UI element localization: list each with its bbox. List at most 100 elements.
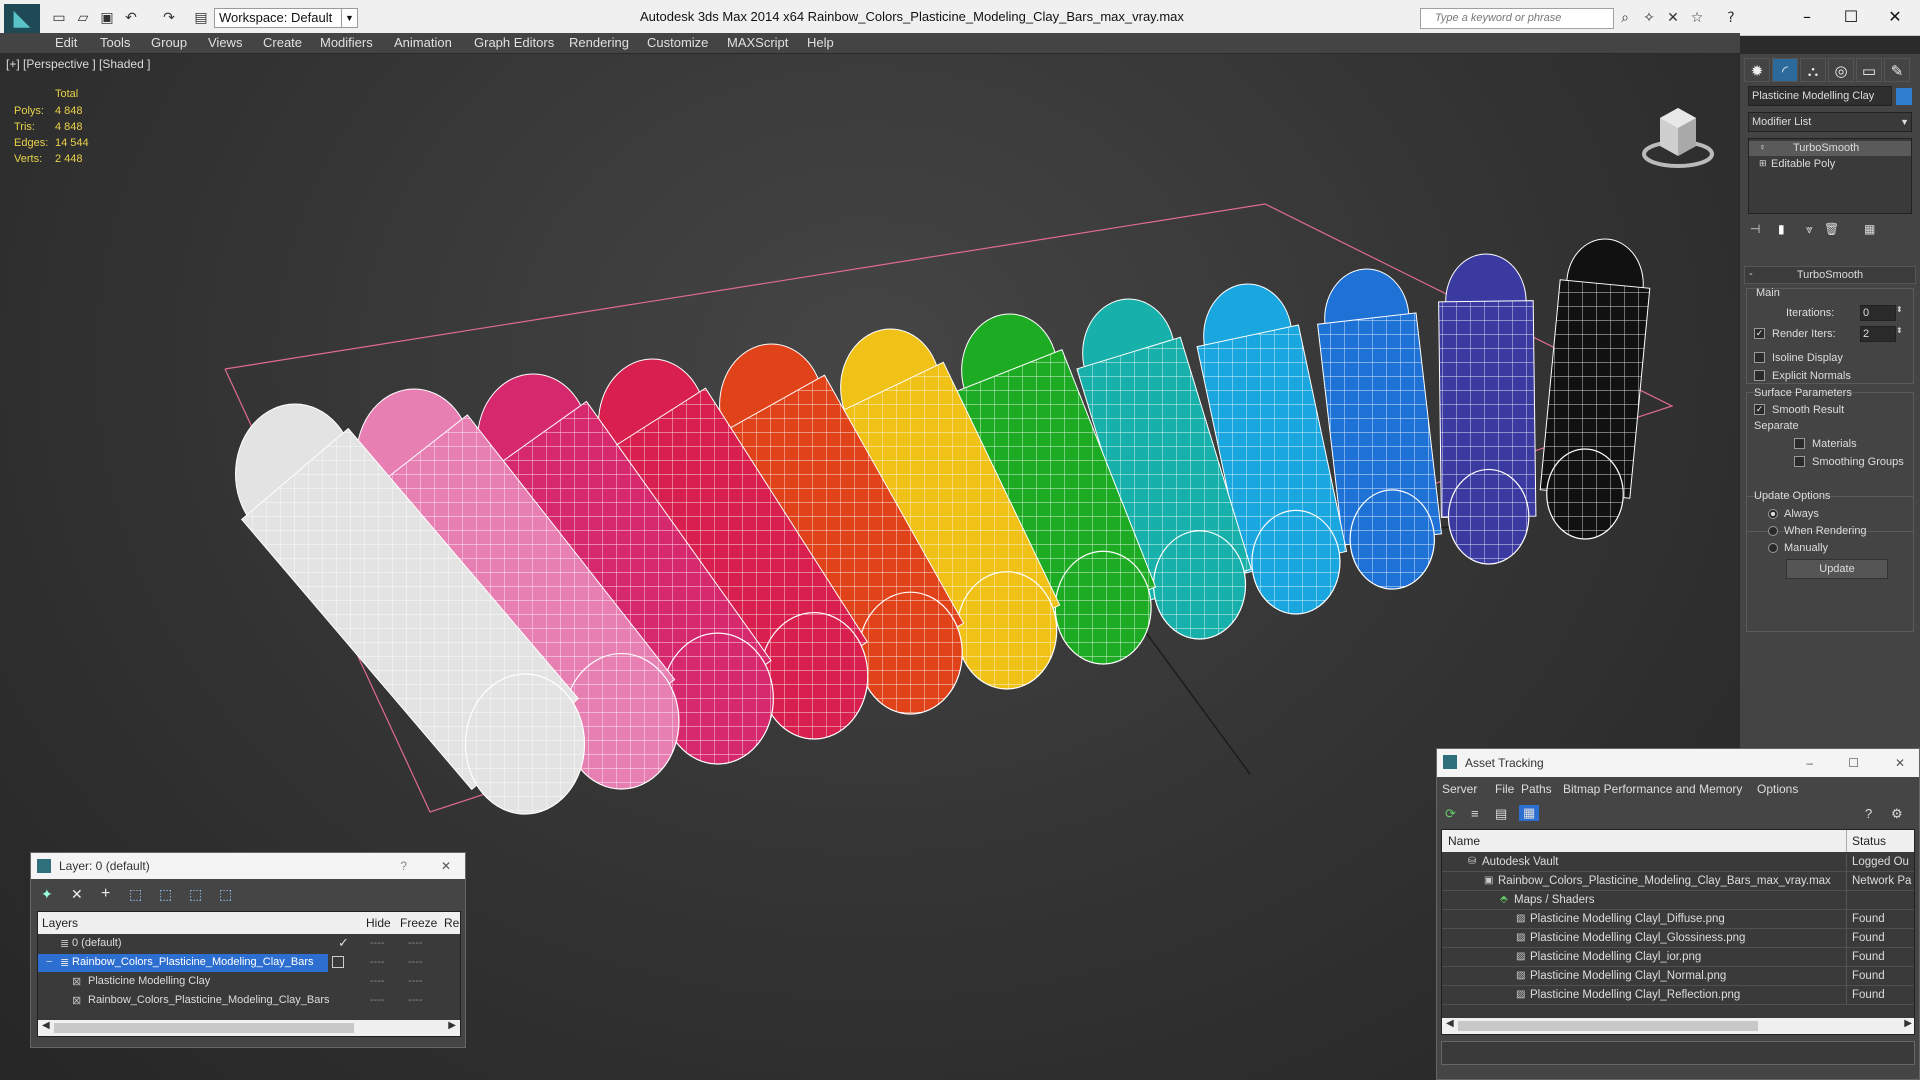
menu-file[interactable]: File (1495, 782, 1514, 796)
menu-create[interactable]: Create (263, 35, 302, 50)
help-icon[interactable]: ? (1722, 10, 1740, 28)
clay-bar[interactable] (1539, 238, 1651, 540)
hierarchy-tab-icon[interactable]: ⛬ (1800, 58, 1826, 82)
minimize-icon[interactable]: – (1806, 749, 1813, 777)
menu-maxscript[interactable]: MAXScript (727, 35, 788, 50)
maximize-icon[interactable]: ☐ (1848, 749, 1859, 777)
search-input[interactable]: Type a keyword or phrase (1420, 8, 1614, 29)
modify-tab-icon[interactable]: ◜ (1772, 58, 1798, 82)
pin-stack-icon[interactable]: ⊣ (1750, 222, 1770, 238)
expand-plus-icon[interactable]: ⊞ (1759, 158, 1767, 169)
scroll-right-icon[interactable]: ▶ (448, 1020, 456, 1031)
materials-checkbox[interactable] (1794, 438, 1805, 449)
select-objects-icon[interactable]: ⬚ (129, 886, 142, 903)
utilities-tab-icon[interactable]: ✎ (1884, 58, 1910, 82)
app-logo-icon[interactable]: ◣ (4, 4, 40, 34)
menu-customize[interactable]: Customize (647, 35, 708, 50)
hide-toggle[interactable]: ---- (370, 937, 385, 949)
freeze-toggle[interactable]: ---- (408, 975, 423, 987)
freeze-toggle[interactable]: ---- (408, 994, 423, 1006)
scroll-thumb[interactable] (1458, 1021, 1758, 1031)
table-row[interactable]: ≣ 0 (default) ✓ ---- ---- (38, 935, 460, 953)
favorites-star-icon[interactable]: ☆ (1688, 10, 1706, 28)
add-to-layer-icon[interactable]: + (101, 885, 110, 903)
close-icon[interactable]: ✕ (1895, 749, 1905, 777)
object-color-swatch[interactable] (1896, 88, 1912, 105)
project-folder-icon[interactable]: ▤ (192, 9, 210, 27)
update-button[interactable]: Update (1786, 559, 1888, 579)
menu-edit[interactable]: Edit (55, 35, 77, 50)
table-row[interactable]: ▨ Plasticine Modelling Clayl_Normal.png Fo… (1442, 967, 1914, 986)
freeze-toggle[interactable]: ---- (408, 937, 423, 949)
close-icon[interactable]: ✕ (441, 853, 451, 879)
remove-modifier-icon[interactable]: 🗑 (1824, 222, 1844, 238)
close-button[interactable]: ✕ (1880, 4, 1910, 30)
table-row[interactable]: ▨ Plasticine Modelling Clayl_ior.png Found (1442, 948, 1914, 967)
menu-tools[interactable]: Tools (100, 35, 130, 50)
scroll-left-icon[interactable]: ◀ (1446, 1018, 1454, 1029)
highlight-selected-icon[interactable]: ⬚ (159, 886, 172, 903)
menu-rendering[interactable]: Rendering (569, 35, 629, 50)
configure-sets-icon[interactable]: ▦ (1864, 222, 1884, 238)
menu-modifiers[interactable]: Modifiers (320, 35, 373, 50)
tree-view-icon[interactable]: ▤ (1495, 806, 1507, 822)
asset-tracking-window[interactable]: Asset Tracking – ☐ ✕ Server File Paths B… (1436, 748, 1920, 1080)
layer-manager-window[interactable]: Layer: 0 (default) ? ✕ ✦ ✕ + ⬚ ⬚ ⬚ ⬚ Lay… (30, 852, 466, 1048)
new-layer-icon[interactable]: ✦ (41, 886, 53, 903)
column-divider[interactable] (1846, 830, 1847, 852)
freeze-toggle[interactable]: ---- (408, 956, 423, 968)
redo-icon[interactable]: ↷ (160, 9, 178, 27)
turbosmooth-rollout-header[interactable]: - TurboSmooth (1744, 266, 1916, 284)
subscription-icon[interactable]: ✧ (1640, 10, 1658, 28)
menu-server[interactable]: Server (1442, 782, 1477, 796)
asset-window-titlebar[interactable]: Asset Tracking – ☐ ✕ (1437, 749, 1919, 777)
open-file-icon[interactable]: ▱ (74, 9, 92, 27)
help-icon[interactable]: ? (400, 853, 407, 879)
table-row[interactable]: ▣ Rainbow_Colors_Plasticine_Modeling_Clay… (1442, 872, 1914, 891)
menu-group[interactable]: Group (151, 35, 187, 50)
scroll-thumb[interactable] (54, 1023, 354, 1033)
asset-list[interactable]: Name Status ⛁ Autodesk Vault Logged Ou ▣ Rai… (1441, 829, 1915, 1035)
workspace-dropdown[interactable]: Workspace: Default ▼ (214, 8, 358, 28)
col-re[interactable]: Re (444, 912, 459, 934)
show-end-result-icon[interactable]: ▮ (1778, 222, 1798, 238)
hide-all-icon[interactable]: ⬚ (189, 886, 202, 903)
col-layers[interactable]: Layers (42, 912, 78, 934)
modifier-stack[interactable]: ♀ TurboSmooth ⊞ Editable Poly (1748, 138, 1912, 214)
col-status[interactable]: Status (1852, 830, 1886, 852)
table-row[interactable]: ⛁ Autodesk Vault Logged Ou (1442, 853, 1914, 872)
horizontal-scrollbar[interactable]: ◀ ▶ (1442, 1018, 1914, 1034)
display-tab-icon[interactable]: ▭ (1856, 58, 1882, 82)
hide-toggle[interactable]: ---- (370, 994, 385, 1006)
always-radio[interactable] (1768, 509, 1778, 519)
menu-options[interactable]: Options (1757, 782, 1798, 796)
hide-toggle[interactable]: ---- (370, 956, 385, 968)
col-freeze[interactable]: Freeze (400, 912, 437, 934)
table-view-icon[interactable]: ▦ (1519, 805, 1540, 821)
communication-icon[interactable]: ✕ (1664, 10, 1682, 28)
stack-item-turbosmooth[interactable]: ♀ TurboSmooth (1749, 141, 1911, 156)
menu-graph-editors[interactable]: Graph Editors (474, 35, 554, 50)
col-name[interactable]: Name (1448, 830, 1480, 852)
table-row[interactable]: ▨ Plasticine Modelling Clayl_Glossiness.p… (1442, 929, 1914, 948)
layer-window-titlebar[interactable]: Layer: 0 (default) ? ✕ (31, 853, 465, 879)
table-row[interactable]: ▨ Plasticine Modelling Clayl_Diffuse.png F… (1442, 910, 1914, 929)
refresh-icon[interactable]: ⟳ (1445, 806, 1456, 822)
spinner-arrows-icon[interactable]: ⬍ (1896, 305, 1903, 314)
table-row-selected[interactable]: − ≣ Rainbow_Colors_Plasticine_Modeling_C… (38, 954, 328, 972)
col-hide[interactable]: Hide (366, 912, 391, 934)
render-iters-checkbox[interactable]: ✓ (1754, 328, 1765, 339)
clay-bar[interactable] (1438, 253, 1537, 565)
scroll-right-icon[interactable]: ▶ (1904, 1018, 1912, 1029)
layer-list[interactable]: Layers Hide Freeze Re ≣ 0 (default) ✓ --… (37, 911, 461, 1037)
collapse-minus-icon[interactable]: − (46, 956, 52, 968)
new-file-icon[interactable]: ▭ (50, 9, 68, 27)
make-unique-icon[interactable]: ⩔ (1806, 222, 1826, 238)
motion-tab-icon[interactable]: ◎ (1828, 58, 1854, 82)
scroll-left-icon[interactable]: ◀ (42, 1020, 50, 1031)
create-tab-icon[interactable]: ✹ (1744, 58, 1770, 82)
settings-icon[interactable]: ⚙ (1891, 806, 1903, 822)
stack-item-editable-poly[interactable]: ⊞ Editable Poly (1749, 157, 1911, 172)
current-layer-checkmark-icon[interactable]: ✓ (338, 935, 349, 951)
render-iters-spinner[interactable]: 2 (1860, 326, 1896, 342)
